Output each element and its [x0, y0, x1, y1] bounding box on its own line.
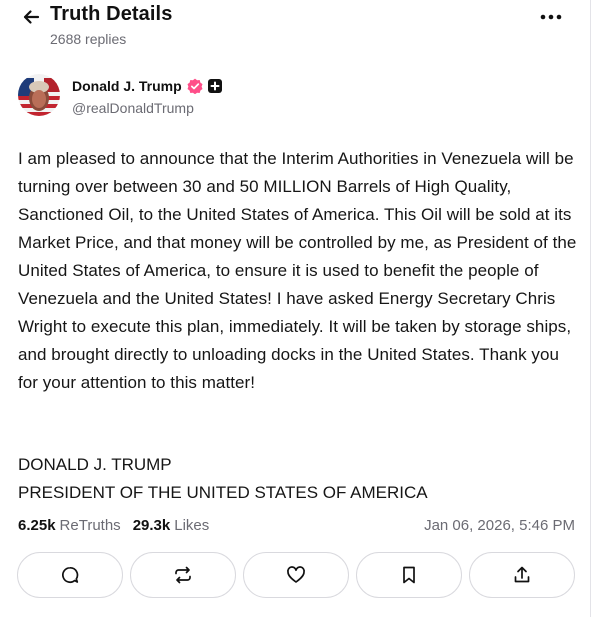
retruths-count[interactable]: 6.25k — [18, 517, 56, 534]
like-icon — [287, 566, 305, 583]
post-signature-name: DONALD J. TRUMP — [18, 455, 172, 474]
retruth-button[interactable] — [130, 552, 236, 598]
author-handle[interactable]: @realDonaldTrump — [72, 100, 194, 116]
replies-count: 2688 replies — [50, 31, 127, 47]
like-button[interactable] — [243, 552, 349, 598]
likes-count[interactable]: 29.3k — [133, 517, 171, 534]
post-stats: 6.25k ReTruths 29.3k Likes — [18, 517, 221, 534]
arrow-left-icon — [23, 10, 40, 24]
page-title: Truth Details — [50, 3, 173, 25]
post-signature-title: PRESIDENT OF THE UNITED STATES OF AMERIC… — [18, 483, 428, 502]
avatar-image — [18, 74, 60, 116]
truth-details-page: Truth Details 2688 replies Donald J. Tru… — [0, 0, 591, 617]
likes-label[interactable]: Likes — [174, 517, 209, 534]
bookmark-button[interactable] — [356, 552, 462, 598]
more-horizontal-icon — [540, 14, 562, 20]
retruth-icon — [175, 566, 191, 584]
bookmark-icon — [403, 566, 415, 584]
reply-button[interactable] — [17, 552, 123, 598]
retruths-label[interactable]: ReTruths — [60, 517, 121, 534]
verified-badge-icon — [187, 78, 203, 94]
avatar[interactable] — [18, 74, 60, 116]
more-options-button[interactable] — [538, 8, 564, 26]
reply-icon — [62, 566, 79, 584]
plus-badge-icon — [207, 79, 222, 93]
author-name-row: Donald J. Trump — [72, 78, 222, 94]
back-button[interactable] — [18, 4, 44, 30]
post-text: I am pleased to announce that the Interi… — [18, 149, 577, 392]
share-button[interactable] — [469, 552, 575, 598]
author-name[interactable]: Donald J. Trump — [72, 78, 182, 94]
share-icon — [514, 566, 530, 583]
post-timestamp: Jan 06, 2026, 5:46 PM — [424, 517, 575, 534]
header: Truth Details 2688 replies — [0, 0, 591, 58]
